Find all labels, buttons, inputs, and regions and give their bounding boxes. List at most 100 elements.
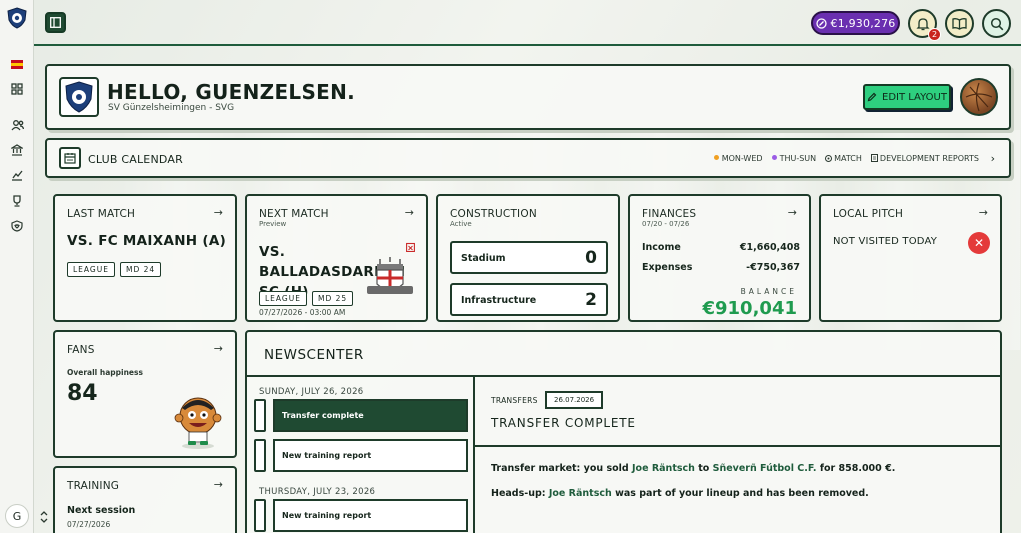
income-label: Income (642, 242, 681, 253)
flag-icon[interactable] (10, 57, 24, 71)
training-label: Next session (67, 505, 136, 516)
article-category: TRANSFERS (491, 396, 538, 405)
club-crest-icon (65, 81, 93, 113)
training-date: 07/27/2026 (67, 520, 111, 529)
fans-title: FANS (67, 344, 95, 356)
balance-value: €910,041 (702, 298, 797, 319)
club-name: SV Günzelsheimingen - SVG (108, 103, 235, 113)
last-match-card[interactable]: LAST MATCH → VS. FC MAIXANH (A) LEAGUE MD… (53, 194, 237, 322)
article-paragraph: Transfer market: you sold Joe Räntsch to… (491, 463, 895, 474)
balance-button[interactable]: €1,930,276 (811, 11, 900, 35)
construction-card[interactable]: CONSTRUCTION Active Stadium 0 Infrastruc… (436, 194, 620, 322)
avatar-initial: G (12, 509, 22, 523)
arrow-right-icon[interactable]: → (214, 206, 223, 219)
calendar-icon (59, 147, 81, 169)
finances-card[interactable]: FINANCES 07/20 - 07/26 → Income €1,660,4… (628, 194, 811, 322)
training-title: TRAINING (67, 480, 120, 492)
news-item-marker (254, 399, 266, 432)
bell-icon (915, 17, 930, 30)
legend-mon-wed: MON-WED (713, 154, 763, 163)
construction-stadium[interactable]: Stadium 0 (450, 241, 608, 274)
article-text: Heads-up: (491, 488, 549, 499)
pencil-icon (867, 92, 877, 102)
article-text: Transfer market: you sold (491, 463, 633, 474)
topbar: €1,930,276 2 (34, 0, 1021, 46)
greeting-title: HELLO, GUENZELSEN. (107, 80, 356, 104)
arrow-right-icon[interactable]: → (979, 206, 988, 219)
calendar-remove-icon[interactable] (406, 242, 415, 252)
fans-card[interactable]: FANS → Overall happiness 84 (53, 330, 237, 458)
notifications-button[interactable]: 2 (908, 9, 941, 41)
divider (475, 445, 1002, 447)
divider (473, 377, 475, 533)
chevron-up-down-icon[interactable] (39, 510, 49, 524)
article-text: to (694, 463, 713, 474)
fans-value: 84 (67, 381, 98, 406)
article-date: 26.07.2026 (545, 391, 604, 409)
news-item[interactable]: New training report (273, 439, 468, 472)
match-tag: LEAGUE (67, 262, 115, 277)
arrow-right-icon[interactable]: → (405, 206, 414, 219)
expenses-value: -€750,367 (746, 262, 800, 273)
next-match-tags: LEAGUE MD 25 (259, 286, 358, 306)
balance-label: BALANCE (740, 287, 797, 296)
dashboard-icon[interactable] (10, 82, 24, 96)
avatar[interactable]: G (5, 504, 29, 528)
shield-heart-icon[interactable] (10, 219, 24, 233)
news-item-marker (254, 439, 266, 472)
edit-layout-button[interactable]: EDIT LAYOUT (863, 84, 951, 110)
close-icon[interactable]: ✕ (968, 232, 990, 254)
search-button[interactable] (982, 9, 1011, 38)
balance-amount: €1,930,276 (830, 16, 896, 30)
bank-icon[interactable] (10, 143, 24, 157)
match-tag: LEAGUE (259, 291, 307, 306)
local-pitch-card[interactable]: LOCAL PITCH → NOT VISITED TODAY ✕ (819, 194, 1002, 322)
training-card[interactable]: TRAINING → Next session 07/27/2026 (53, 466, 237, 533)
edit-layout-label: EDIT LAYOUT (882, 91, 947, 103)
article-text: for 858.000 €. (816, 463, 896, 474)
legend-thu-sun: THU-SUN (771, 154, 816, 163)
player-link[interactable]: Joe Räntsch (549, 488, 612, 499)
arrow-right-icon[interactable]: → (214, 342, 223, 355)
news-item-label: Transfer complete (282, 411, 364, 420)
ball-avatar[interactable] (960, 78, 998, 116)
news-day-label: THURSDAY, JULY 23, 2026 (259, 487, 376, 497)
users-icon[interactable] (10, 118, 24, 132)
chevron-right-icon[interactable]: › (991, 152, 995, 165)
player-link[interactable]: Joe Räntsch (632, 463, 695, 474)
finances-income-row: Income €1,660,408 (642, 242, 800, 253)
arrow-right-icon[interactable]: → (788, 206, 797, 219)
guide-button[interactable] (945, 9, 974, 38)
article-text: was part of your lineup and has been rem… (611, 488, 869, 499)
next-match-card[interactable]: NEXT MATCH Preview → VS. BALLADASDAREYN … (245, 194, 428, 322)
trophy-icon[interactable] (10, 194, 24, 208)
construction-item-label: Infrastructure (461, 295, 537, 306)
expenses-label: Expenses (642, 262, 693, 273)
news-item-label: New training report (282, 511, 372, 520)
match-tag: MD 24 (119, 262, 162, 277)
arrow-right-icon[interactable]: → (214, 478, 223, 491)
news-item[interactable]: New training report (273, 499, 468, 532)
newscenter-title: NEWSCENTER (264, 347, 364, 363)
chart-icon[interactable] (10, 168, 24, 182)
next-match-title: NEXT MATCH (259, 208, 329, 220)
welcome-card: HELLO, GUENZELSEN. SV Günzelsheimingen -… (45, 64, 1011, 130)
construction-infrastructure[interactable]: Infrastructure 2 (450, 283, 608, 316)
news-item[interactable]: Transfer complete (273, 399, 468, 432)
club-calendar-bar[interactable]: CLUB CALENDAR MON-WED THU-SUN MATCH DEVE… (45, 138, 1011, 178)
construction-item-label: Stadium (461, 253, 506, 264)
income-value: €1,660,408 (739, 242, 800, 253)
newscenter-card: NEWSCENTER SUNDAY, JULY 26, 2026 Transfe… (245, 330, 1002, 533)
club-link[interactable]: Sñeverñ Fútbol C.F. (713, 463, 817, 474)
sidebar-toggle-button[interactable] (45, 12, 66, 33)
local-pitch-status: NOT VISITED TODAY (833, 236, 938, 247)
search-icon (990, 17, 1003, 30)
leather-ball-icon (965, 82, 993, 112)
news-item-marker (254, 499, 266, 532)
book-open-icon (952, 18, 967, 30)
next-match-subtitle: Preview (259, 220, 287, 228)
notification-badge: 2 (928, 28, 941, 41)
construction-item-value: 0 (585, 248, 597, 268)
club-logo-icon[interactable] (5, 6, 29, 30)
last-match-opponent: VS. FC MAIXANH (A) (67, 233, 227, 249)
